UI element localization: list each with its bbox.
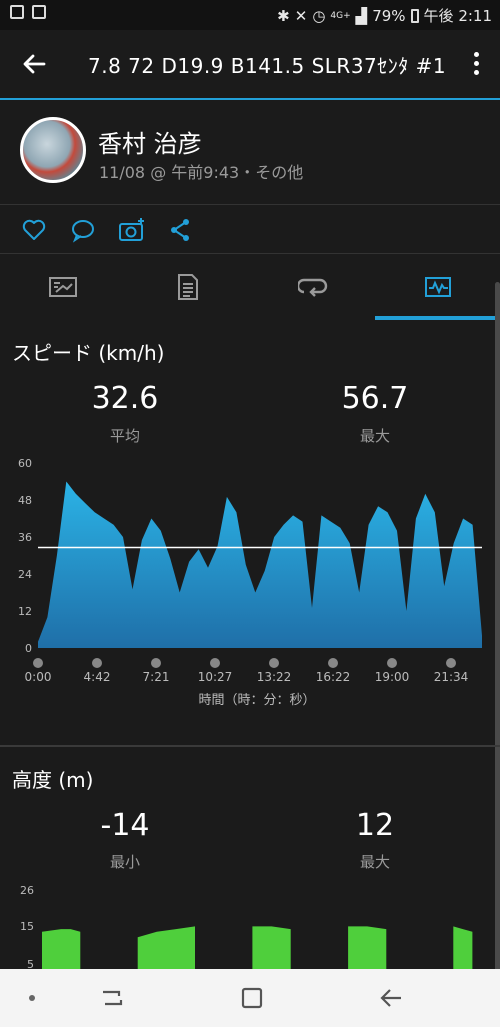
avatar[interactable]: [20, 117, 86, 183]
activity-date: 11/08 @ 午前9:43・その他: [99, 163, 304, 182]
speed-y-tick: 48: [18, 494, 32, 507]
speed-x-tick-marker: [446, 658, 456, 668]
gallery-notification-icon: [10, 5, 24, 19]
details-icon: [177, 274, 198, 300]
speed-avg-value: 32.6: [91, 381, 159, 416]
more-options-icon[interactable]: [474, 52, 482, 79]
speed-x-tick: 21:34: [434, 670, 469, 684]
speed-max-label: 最大: [359, 427, 390, 445]
altitude-series-area: [137, 926, 195, 970]
speed-x-tick-marker: [387, 658, 397, 668]
mute-icon: ✕: [294, 6, 308, 25]
signal-icon: ▟: [355, 6, 368, 25]
speed-title: スピード (km/h): [12, 341, 165, 365]
bluetooth-icon: ✱: [277, 6, 290, 25]
altitude-y-tick: 15: [20, 920, 34, 933]
tab-summary[interactable]: [0, 254, 125, 320]
speed-series-area: [38, 481, 482, 648]
charts-icon: [424, 277, 451, 297]
speed-x-tick: 16:22: [316, 670, 351, 684]
section-divider: [0, 745, 500, 747]
altitude-title: 高度 (m): [12, 768, 94, 792]
battery-percent: 79%: [372, 6, 406, 25]
tab-details[interactable]: [125, 254, 250, 320]
tab-charts[interactable]: [375, 254, 500, 320]
back-icon[interactable]: [372, 981, 412, 1015]
speed-x-tick-marker: [33, 658, 43, 668]
system-nav-bar: [0, 969, 500, 1027]
home-icon[interactable]: [232, 981, 272, 1015]
speed-x-axis-label: 時間（時：分：秒）: [198, 693, 315, 708]
tab-laps[interactable]: [250, 254, 375, 320]
speed-y-tick: 12: [18, 605, 32, 618]
speed-avg-label: 平均: [109, 427, 140, 445]
activity-header: 香村 治彦 11/08 @ 午前9:43・その他: [0, 100, 500, 205]
speed-x-tick: 10:27: [198, 670, 233, 684]
altitude-chart[interactable]: 26155: [0, 880, 500, 970]
speed-x-tick: 19:00: [375, 670, 410, 684]
speed-x-tick: 7:21: [143, 670, 170, 684]
altitude-min-label: 最小: [109, 853, 140, 871]
speed-y-tick: 24: [18, 568, 32, 581]
speed-max-value: 56.7: [341, 381, 409, 416]
clock: 午後 2:11: [423, 7, 492, 25]
speed-x-tick: 13:22: [257, 670, 292, 684]
speed-x-tick-marker: [210, 658, 220, 668]
action-bar: [0, 205, 500, 254]
battery-icon: [410, 8, 419, 23]
altitude-series-area: [453, 926, 473, 970]
network-label: 4G+: [330, 10, 351, 21]
comment-icon[interactable]: [70, 217, 96, 243]
tab-bar: [0, 254, 500, 320]
recent-apps-icon[interactable]: [92, 981, 132, 1015]
image-notification-icon: [32, 5, 46, 19]
user-name[interactable]: 香村 治彦: [98, 124, 202, 159]
active-tab-indicator: [375, 316, 500, 320]
speed-x-tick: 4:42: [84, 670, 111, 684]
app-bar: 7.8 72 D19.9 B141.5 SLR37ｾﾝﾀ #1: [0, 30, 500, 100]
camera-add-icon[interactable]: [118, 217, 144, 243]
speed-x-tick-marker: [151, 658, 161, 668]
speed-y-tick: 0: [25, 642, 32, 655]
altitude-max-value: 12: [355, 808, 395, 843]
share-icon[interactable]: [168, 217, 194, 243]
altitude-y-tick: 26: [20, 884, 34, 897]
speed-y-tick: 36: [18, 531, 32, 544]
activity-title: 7.8 72 D19.9 B141.5 SLR37ｾﾝﾀ #1: [88, 54, 447, 78]
speed-x-tick-marker: [269, 658, 279, 668]
speed-x-tick-marker: [328, 658, 338, 668]
speed-x-tick: 0:00: [25, 670, 52, 684]
laps-icon: [297, 278, 327, 297]
summary-icon: [48, 277, 77, 297]
heart-icon[interactable]: [21, 217, 47, 243]
back-arrow-icon[interactable]: [18, 48, 50, 80]
speed-chart[interactable]: 0 12 24 36 48 60 0:00 4:42 7:21 10:27 13:22 16:22 19…: [0, 452, 500, 712]
altitude-min-value: -14: [100, 808, 150, 843]
alarm-icon: ◷: [312, 6, 326, 25]
nav-dot-icon[interactable]: [12, 981, 52, 1015]
status-bar: ✱ ✕ ◷ 4G+ ▟ 79% 午後 2:11: [0, 0, 500, 30]
speed-x-tick-marker: [92, 658, 102, 668]
speed-y-tick: 60: [18, 457, 32, 470]
altitude-max-label: 最大: [359, 853, 390, 871]
altitude-series-area: [348, 926, 387, 970]
altitude-series-area: [42, 929, 81, 970]
altitude-series-area: [252, 926, 291, 970]
